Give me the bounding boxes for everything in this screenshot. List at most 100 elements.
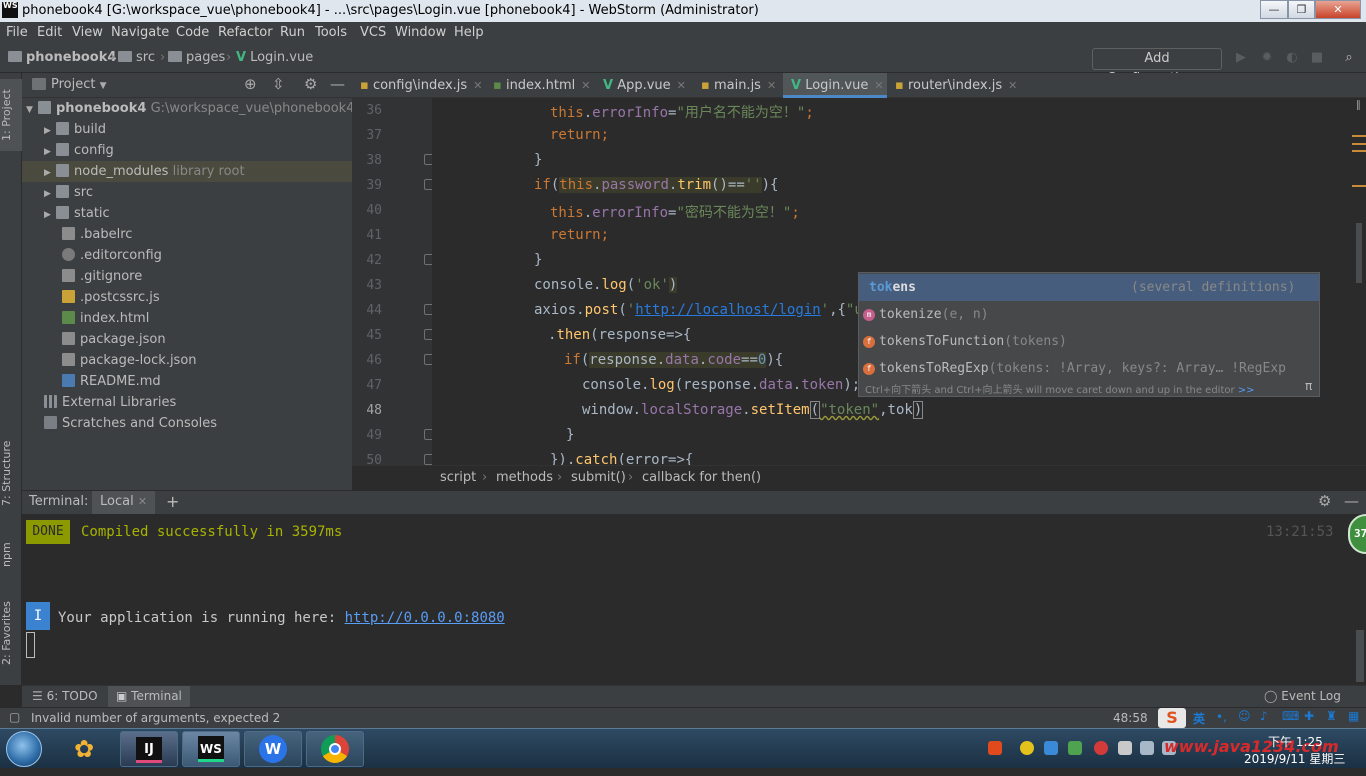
coverage-icon[interactable]: ◐ [1285, 51, 1299, 65]
tree-item-node-modules[interactable]: ▶ node_modules library root [22, 161, 352, 182]
close-tab-icon[interactable]: ✕ [138, 495, 147, 508]
punctuation-icon[interactable]: •, [1216, 710, 1227, 724]
nav-crumb-project[interactable]: phonebook4 [8, 50, 116, 65]
close-tab-icon[interactable]: ✕ [1008, 79, 1017, 92]
warning-marker[interactable] [1352, 135, 1366, 137]
tab-config-index-js[interactable]: ▪ config\index.js ✕ [352, 73, 485, 98]
editor-crumb-submit[interactable]: submit() [571, 470, 626, 485]
completion-item[interactable]: f tokensToRegExp(tokens: !Array, keys?: A… [859, 355, 1319, 382]
scrollbar-thumb[interactable] [1356, 630, 1364, 682]
emoji-icon[interactable]: ☺ [1238, 709, 1251, 723]
tree-item-package-lock[interactable]: package-lock.json [22, 350, 352, 371]
tree-item-gitignore[interactable]: .gitignore [22, 266, 352, 287]
keyboard-icon[interactable]: ⌨ [1282, 709, 1299, 723]
tshirt-icon[interactable]: ♜ [1326, 709, 1337, 723]
menu-navigate[interactable]: Navigate [111, 25, 169, 40]
completion-item[interactable]: m tokenize(e, n) [859, 301, 1319, 328]
menu-refactor[interactable]: Refactor [218, 25, 273, 40]
debug-icon[interactable]: ✹ [1260, 51, 1274, 65]
sogou-tray-icon[interactable] [988, 741, 1002, 755]
microphone-icon[interactable]: ♪ [1260, 709, 1268, 723]
tab-index-html[interactable]: ▪ index.html ✕ [485, 73, 595, 98]
menu-vcs[interactable]: VCS [360, 25, 386, 40]
toolbox-icon[interactable]: ▦ [1348, 709, 1359, 723]
menu-tools[interactable]: Tools [315, 25, 347, 40]
warning-marker[interactable] [1352, 150, 1366, 152]
tree-item-config[interactable]: ▶ config [22, 140, 352, 161]
warning-marker[interactable] [1352, 143, 1366, 145]
search-icon[interactable]: ⌕ [1342, 51, 1356, 65]
sogou-input-icon[interactable]: S [1158, 708, 1186, 728]
tree-item-postcssrc[interactable]: .postcssrc.js [22, 287, 352, 308]
tree-item-index-html[interactable]: index.html [22, 308, 352, 329]
network-tray-icon[interactable] [1140, 741, 1154, 755]
terminal-tab-local[interactable]: Local ✕ [92, 491, 156, 514]
nav-crumb-pages[interactable]: pages [168, 50, 225, 65]
menu-view[interactable]: View [72, 25, 103, 40]
tree-item-build[interactable]: ▶ build [22, 119, 352, 140]
close-tab-icon[interactable]: ✕ [581, 79, 590, 92]
tree-item-babelrc[interactable]: .babelrc [22, 224, 352, 245]
tree-item-editorconfig[interactable]: .editorconfig [22, 245, 352, 266]
completion-item[interactable]: f tokensToFunction(tokens) [859, 328, 1319, 355]
completion-hint-link[interactable]: >> [1238, 385, 1255, 396]
tab-main-js[interactable]: ▪ main.js ✕ [693, 73, 783, 98]
tree-item-src[interactable]: ▶ src [22, 182, 352, 203]
scrollbar-thumb[interactable] [1356, 223, 1362, 283]
menu-edit[interactable]: Edit [37, 25, 62, 40]
editor-crumb-callback[interactable]: callback for then() [642, 470, 761, 485]
box-tray-icon[interactable] [1044, 741, 1058, 755]
shield-tray-icon[interactable] [1068, 741, 1082, 755]
security-tray-icon[interactable] [1094, 741, 1108, 755]
nav-crumb-src[interactable]: src [118, 50, 155, 65]
skin-icon[interactable]: ✚ [1304, 709, 1314, 723]
tab-app-vue[interactable]: V App.vue ✕ [595, 73, 693, 98]
close-tab-icon[interactable]: ✕ [473, 79, 482, 92]
start-button[interactable] [6, 731, 42, 767]
menu-run[interactable]: Run [280, 25, 305, 40]
clock-time[interactable]: 下午 1:25 [1268, 733, 1323, 750]
tree-item-readme[interactable]: README.md [22, 371, 352, 392]
close-tab-icon[interactable]: ✕ [767, 79, 776, 92]
tool-tab-favorites[interactable]: 2: Favorites [0, 593, 22, 673]
gear-icon[interactable]: ⚙ [1318, 492, 1331, 510]
locate-icon[interactable]: ⊕ [244, 75, 257, 93]
completion-item[interactable]: tokens (several definitions) [859, 274, 1319, 301]
hide-icon[interactable]: — [1344, 492, 1359, 510]
taskbar-chrome[interactable] [306, 731, 364, 767]
tree-item-root[interactable]: ▼ phonebook4 G:\workspace_vue\phonebook4 [22, 98, 354, 119]
status-panel-icon[interactable]: ▢ [9, 710, 20, 724]
input-language[interactable]: 英 [1193, 710, 1205, 727]
tool-tab-structure[interactable]: 7: Structure [0, 433, 22, 513]
taskbar-wps[interactable]: W [244, 731, 302, 767]
project-view-selector[interactable]: Project ▼ [51, 77, 107, 92]
taskbar-intellij[interactable]: IJ [120, 731, 178, 767]
tree-item-package-json[interactable]: package.json [22, 329, 352, 350]
maximize-button[interactable]: ❐ [1288, 0, 1315, 19]
tool-tab-project[interactable]: 1: Project [0, 79, 22, 151]
pi-icon[interactable]: π [1305, 379, 1312, 393]
close-button[interactable]: ✕ [1315, 0, 1361, 19]
app-url-link[interactable]: http://0.0.0.0:8080 [345, 610, 505, 626]
stop-icon[interactable]: ■ [1310, 51, 1324, 65]
tab-login-vue[interactable]: V Login.vue ✕ [783, 73, 887, 98]
flag-tray-icon[interactable] [1118, 741, 1132, 755]
terminal-tool-tab[interactable]: ▣ Terminal [108, 686, 190, 707]
clock-date[interactable]: 2019/9/11 星期三 [1244, 750, 1345, 767]
add-configuration-button[interactable]: Add Configuration... [1092, 48, 1222, 86]
close-tab-icon[interactable]: ✕ [677, 79, 686, 92]
plus-tray-icon[interactable] [1020, 741, 1034, 755]
media-player-icon[interactable]: ✿ [64, 733, 104, 765]
event-log-tab[interactable]: ◯ Event Log [1264, 689, 1341, 703]
editor-crumb-methods[interactable]: methods [496, 470, 553, 485]
minimize-button[interactable]: — [1260, 0, 1288, 19]
nav-crumb-file[interactable]: V Login.vue [236, 50, 313, 65]
menu-code[interactable]: Code [176, 25, 209, 40]
run-icon[interactable]: ▶ [1234, 51, 1248, 65]
terminal-output[interactable]: DONE Compiled successfully in 3597ms 13:… [22, 514, 1366, 685]
taskbar-webstorm[interactable]: WS [182, 731, 240, 767]
todo-tab[interactable]: ☰ 6: TODO [32, 689, 98, 703]
warning-marker[interactable] [1352, 185, 1366, 187]
tab-router-index-js[interactable]: ▪ router\index.js ✕ [887, 73, 1022, 98]
menu-help[interactable]: Help [454, 25, 484, 40]
